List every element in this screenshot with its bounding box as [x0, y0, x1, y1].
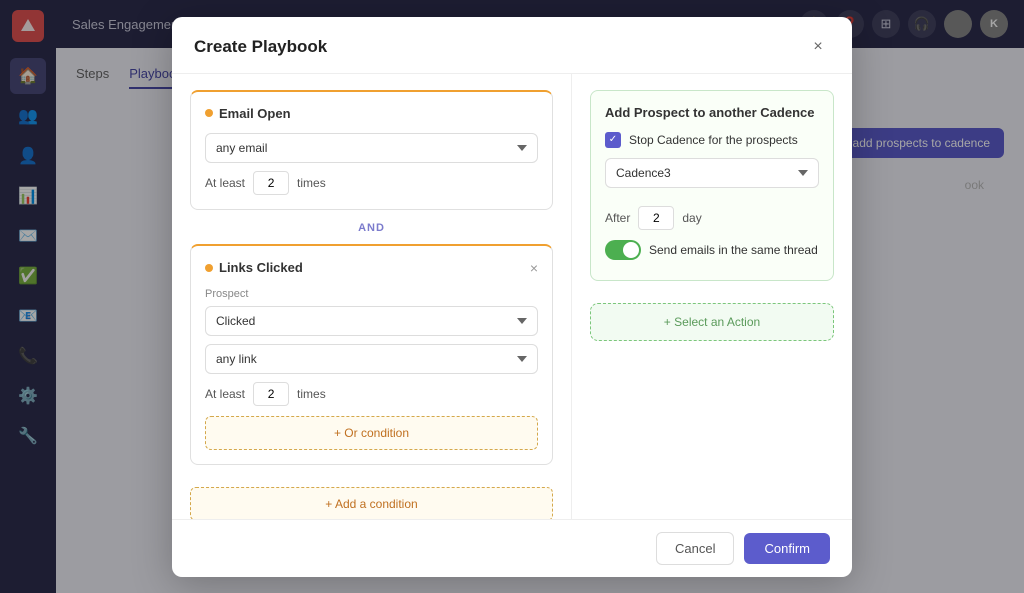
same-thread-row: Send emails in the same thread [605, 240, 819, 260]
email-open-label: Email Open [219, 106, 291, 121]
link-select[interactable]: any link specific link [205, 344, 538, 374]
stop-cadence-label: Stop Cadence for the prospects [629, 133, 798, 147]
links-clicked-dot [205, 264, 213, 272]
links-clicked-card: Links Clicked × Prospect Clicked Not Cli… [190, 244, 553, 465]
create-playbook-modal: Create Playbook × Email Open [172, 17, 852, 577]
app-shell: 🏠 👥 👤 📊 ✉️ ✅ 📧 📞 ⚙️ 🔧 Sales Engagement 🔔… [0, 0, 1024, 593]
links-at-least-label: At least [205, 387, 245, 401]
or-condition-button[interactable]: + Or condition [205, 416, 538, 450]
email-open-times-input[interactable] [253, 171, 289, 195]
email-open-at-least-label: At least [205, 176, 245, 190]
links-at-least-row: At least times [205, 382, 538, 406]
modal-header: Create Playbook × [172, 17, 852, 74]
email-open-times-label: times [297, 176, 326, 190]
same-thread-label: Send emails in the same thread [649, 243, 818, 257]
prospect-select[interactable]: Clicked Not Clicked [205, 306, 538, 336]
email-open-dot [205, 109, 213, 117]
stop-cadence-row: ✓ Stop Cadence for the prospects [605, 132, 819, 148]
add-prospect-action-card: Add Prospect to another Cadence ✓ Stop C… [590, 90, 834, 281]
links-clicked-title: Links Clicked [205, 260, 303, 275]
links-clicked-label: Links Clicked [219, 260, 303, 275]
same-thread-toggle[interactable] [605, 240, 641, 260]
email-open-title: Email Open [205, 106, 291, 121]
links-times-input[interactable] [253, 382, 289, 406]
add-condition-button[interactable]: + Add a condition [190, 487, 553, 519]
email-open-header: Email Open [205, 106, 538, 121]
links-clicked-header: Links Clicked × [205, 260, 538, 276]
confirm-button[interactable]: Confirm [744, 533, 830, 564]
left-panel: Email Open any email specific email At l… [172, 74, 572, 519]
prospect-label: Prospect [205, 288, 538, 300]
email-open-card: Email Open any email specific email At l… [190, 90, 553, 210]
modal-close-button[interactable]: × [806, 35, 830, 59]
modal-body: Email Open any email specific email At l… [172, 74, 852, 519]
after-label: After [605, 211, 630, 225]
and-divider: AND [190, 222, 553, 234]
right-panel: Add Prospect to another Cadence ✓ Stop C… [572, 74, 852, 519]
cadence-select[interactable]: Cadence1 Cadence2 Cadence3 [605, 158, 819, 188]
after-input[interactable] [638, 206, 674, 230]
modal-title: Create Playbook [194, 37, 327, 57]
stop-cadence-checkbox[interactable]: ✓ [605, 132, 621, 148]
links-clicked-close-button[interactable]: × [530, 260, 538, 276]
cancel-button[interactable]: Cancel [656, 532, 734, 565]
day-label: day [682, 211, 701, 225]
links-times-label: times [297, 387, 326, 401]
email-open-at-least-row: At least times [205, 171, 538, 195]
modal-overlay: Create Playbook × Email Open [0, 0, 1024, 593]
after-row: After day [605, 206, 819, 230]
select-action-button[interactable]: + Select an Action [590, 303, 834, 341]
modal-footer: Cancel Confirm [172, 519, 852, 577]
email-open-select[interactable]: any email specific email [205, 133, 538, 163]
action-card-title: Add Prospect to another Cadence [605, 105, 819, 120]
